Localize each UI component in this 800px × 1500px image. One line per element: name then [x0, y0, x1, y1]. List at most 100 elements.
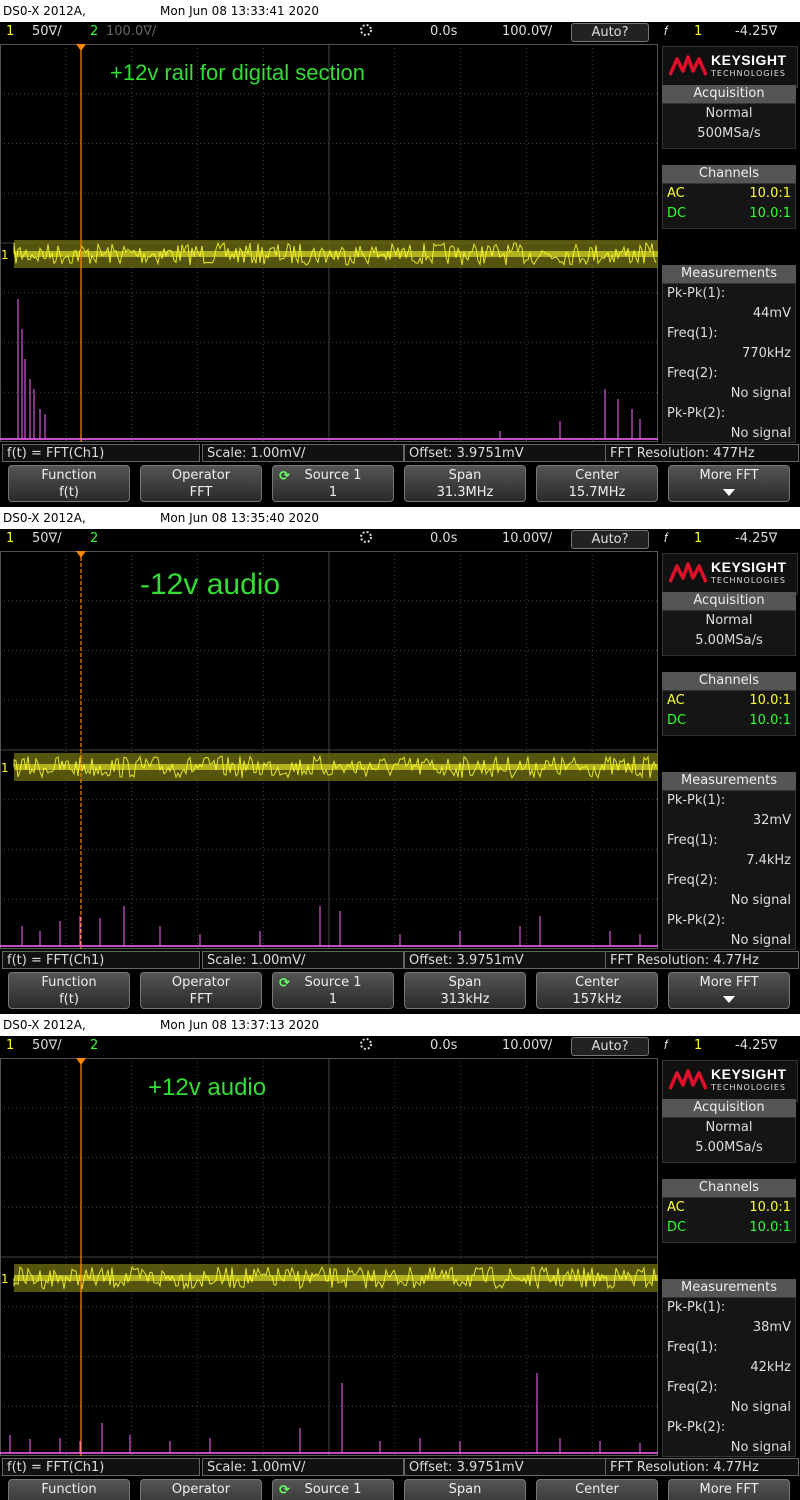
ch2-number[interactable]: 2: [90, 1036, 98, 1056]
side-panel: KEYSIGHT TECHNOLOGIES Acquisition Normal…: [660, 551, 798, 950]
time-delay[interactable]: 0.0s: [430, 1036, 457, 1056]
softkey-title: Source 1: [304, 1482, 362, 1497]
ch2-probe: 10.0:1: [749, 1220, 791, 1235]
softkey-title: Center: [575, 1482, 619, 1497]
waveform-display[interactable]: 1: [0, 551, 658, 949]
softkey-value: f(t): [59, 992, 79, 1007]
ch1-scale[interactable]: 50∇/: [32, 1036, 62, 1056]
time-delay[interactable]: 0.0s: [430, 22, 457, 42]
softkey-button[interactable]: Function: [8, 1479, 130, 1500]
softkey-button[interactable]: Span: [404, 1479, 526, 1500]
softkey-button[interactable]: More FFT: [668, 972, 790, 1009]
logo-sub: TECHNOLOGIES: [711, 576, 786, 585]
channels-header[interactable]: Channels: [662, 165, 796, 183]
trigger-level[interactable]: -4.25∇: [735, 22, 777, 42]
ch2-coupling: DC: [667, 206, 687, 221]
acquisition-header[interactable]: Acquisition: [662, 1099, 796, 1117]
ch1-trace-core: [14, 1275, 658, 1281]
softkey-button[interactable]: ⟳ Source 1: [272, 1479, 394, 1500]
softkey-button[interactable]: Span 313kHz: [404, 972, 526, 1009]
measurements-header[interactable]: Measurements: [662, 265, 796, 283]
logo-name: KEYSIGHT: [711, 559, 787, 575]
ch1-number[interactable]: 1: [6, 22, 14, 42]
time-scale[interactable]: 10.00∇/: [502, 1036, 552, 1056]
measurement-value: 38mV: [752, 1320, 791, 1335]
measurement-value: 44mV: [752, 306, 791, 321]
softkey-button[interactable]: Center 157kHz: [536, 972, 658, 1009]
ch1-scale[interactable]: 50∇/: [32, 529, 62, 549]
ch1-scale[interactable]: 50∇/: [32, 22, 62, 42]
softkey-button[interactable]: Span 31.3MHz: [404, 465, 526, 502]
waveform-display[interactable]: 1: [0, 1058, 658, 1456]
sample-rate: 5.00MSa/s: [695, 633, 763, 648]
ch2-coupling: DC: [667, 713, 687, 728]
time-scale[interactable]: 100.0∇/: [502, 22, 552, 42]
trigger-mode-button[interactable]: Auto?: [571, 23, 649, 42]
softkey-value: FFT: [189, 485, 213, 500]
measurement-label: Freq(2):: [667, 873, 718, 888]
softkey-button[interactable]: Center: [536, 1479, 658, 1500]
ch2-number[interactable]: 2: [90, 22, 98, 42]
softkey-button[interactable]: More FFT: [668, 1479, 790, 1500]
ch1-number[interactable]: 1: [6, 529, 14, 549]
side-panel: KEYSIGHT TECHNOLOGIES Acquisition Normal…: [660, 44, 798, 443]
channels-box: AC 10.0:1 DC 10.0:1: [662, 690, 796, 736]
math-function: f(t) = FFT(Ch1): [2, 1458, 200, 1476]
softkey-value: 313kHz: [440, 992, 490, 1007]
softkey-title: Center: [575, 468, 619, 483]
measurement-value: 7.4kHz: [746, 853, 791, 868]
acquisition-mode: Normal: [705, 106, 753, 121]
trigger-level[interactable]: -4.25∇: [735, 1036, 777, 1056]
softkey-button[interactable]: Function f(t): [8, 465, 130, 502]
channels-header[interactable]: Channels: [662, 672, 796, 690]
cursor-marker: [76, 1058, 86, 1065]
softkey-value: f(t): [59, 485, 79, 500]
acquisition-header[interactable]: Acquisition: [662, 592, 796, 610]
graticule: 1: [0, 1058, 658, 1456]
keysight-wave-icon: [669, 55, 707, 76]
softkey-button[interactable]: Function f(t): [8, 972, 130, 1009]
waveform-display[interactable]: 1: [0, 44, 658, 442]
softkey-value: 157kHz: [572, 992, 622, 1007]
softkey-button[interactable]: ⟳ Source 1 1: [272, 972, 394, 1009]
trigger-level[interactable]: -4.25∇: [735, 529, 777, 549]
softkey-button[interactable]: Operator FFT: [140, 972, 262, 1009]
fft-resolution: FFT Resolution: 4.77Hz: [605, 1458, 799, 1476]
scope-screen: DS0-X 2012A, Mon Jun 08 13:37:13 2020 1 …: [0, 1014, 800, 1500]
math-info-bar: f(t) = FFT(Ch1) Scale: 1.00mV/ Offset: 3…: [0, 1458, 800, 1476]
ch2-scale[interactable]: 100.0∇/: [106, 22, 156, 42]
softkey-title: More FFT: [699, 975, 759, 990]
softkey-button[interactable]: More FFT: [668, 465, 790, 502]
ch1-marker: 1: [1, 761, 9, 775]
trigger-mode-button[interactable]: Auto?: [571, 1037, 649, 1056]
sample-rate: 5.00MSa/s: [695, 1140, 763, 1155]
measurement-label: Pk-Pk(1):: [667, 1300, 726, 1315]
math-function: f(t) = FFT(Ch1): [2, 444, 200, 462]
trigger-source[interactable]: 1: [694, 22, 702, 42]
softkey-button[interactable]: ⟳ Source 1 1: [272, 465, 394, 502]
softkey-button[interactable]: Center 15.7MHz: [536, 465, 658, 502]
trigger-mode-button[interactable]: Auto?: [571, 530, 649, 549]
annotation-label: +12v audio: [148, 1074, 267, 1101]
trigger-slope-icon: 𝑓: [664, 1038, 669, 1053]
trigger-source[interactable]: 1: [694, 1036, 702, 1056]
ch2-number[interactable]: 2: [90, 529, 98, 549]
math-offset: Offset: 3.9751mV: [404, 444, 606, 462]
measurements-header[interactable]: Measurements: [662, 772, 796, 790]
time-delay[interactable]: 0.0s: [430, 529, 457, 549]
softkey-button[interactable]: Operator: [140, 1479, 262, 1500]
measurement-value: No signal: [730, 933, 791, 948]
softkey-button[interactable]: Operator FFT: [140, 465, 262, 502]
measurements-header[interactable]: Measurements: [662, 1279, 796, 1297]
softkey-title: Span: [448, 468, 482, 483]
trigger-source[interactable]: 1: [694, 529, 702, 549]
measurement-value: No signal: [730, 386, 791, 401]
ch1-number[interactable]: 1: [6, 1036, 14, 1056]
measurement-value: 32mV: [752, 813, 791, 828]
trigger-icon: [358, 22, 374, 45]
channels-header[interactable]: Channels: [662, 1179, 796, 1197]
time-scale[interactable]: 10.00∇/: [502, 529, 552, 549]
acquisition-header[interactable]: Acquisition: [662, 85, 796, 103]
softkey-title: Source 1: [304, 975, 362, 990]
measurement-label: Pk-Pk(1):: [667, 286, 726, 301]
